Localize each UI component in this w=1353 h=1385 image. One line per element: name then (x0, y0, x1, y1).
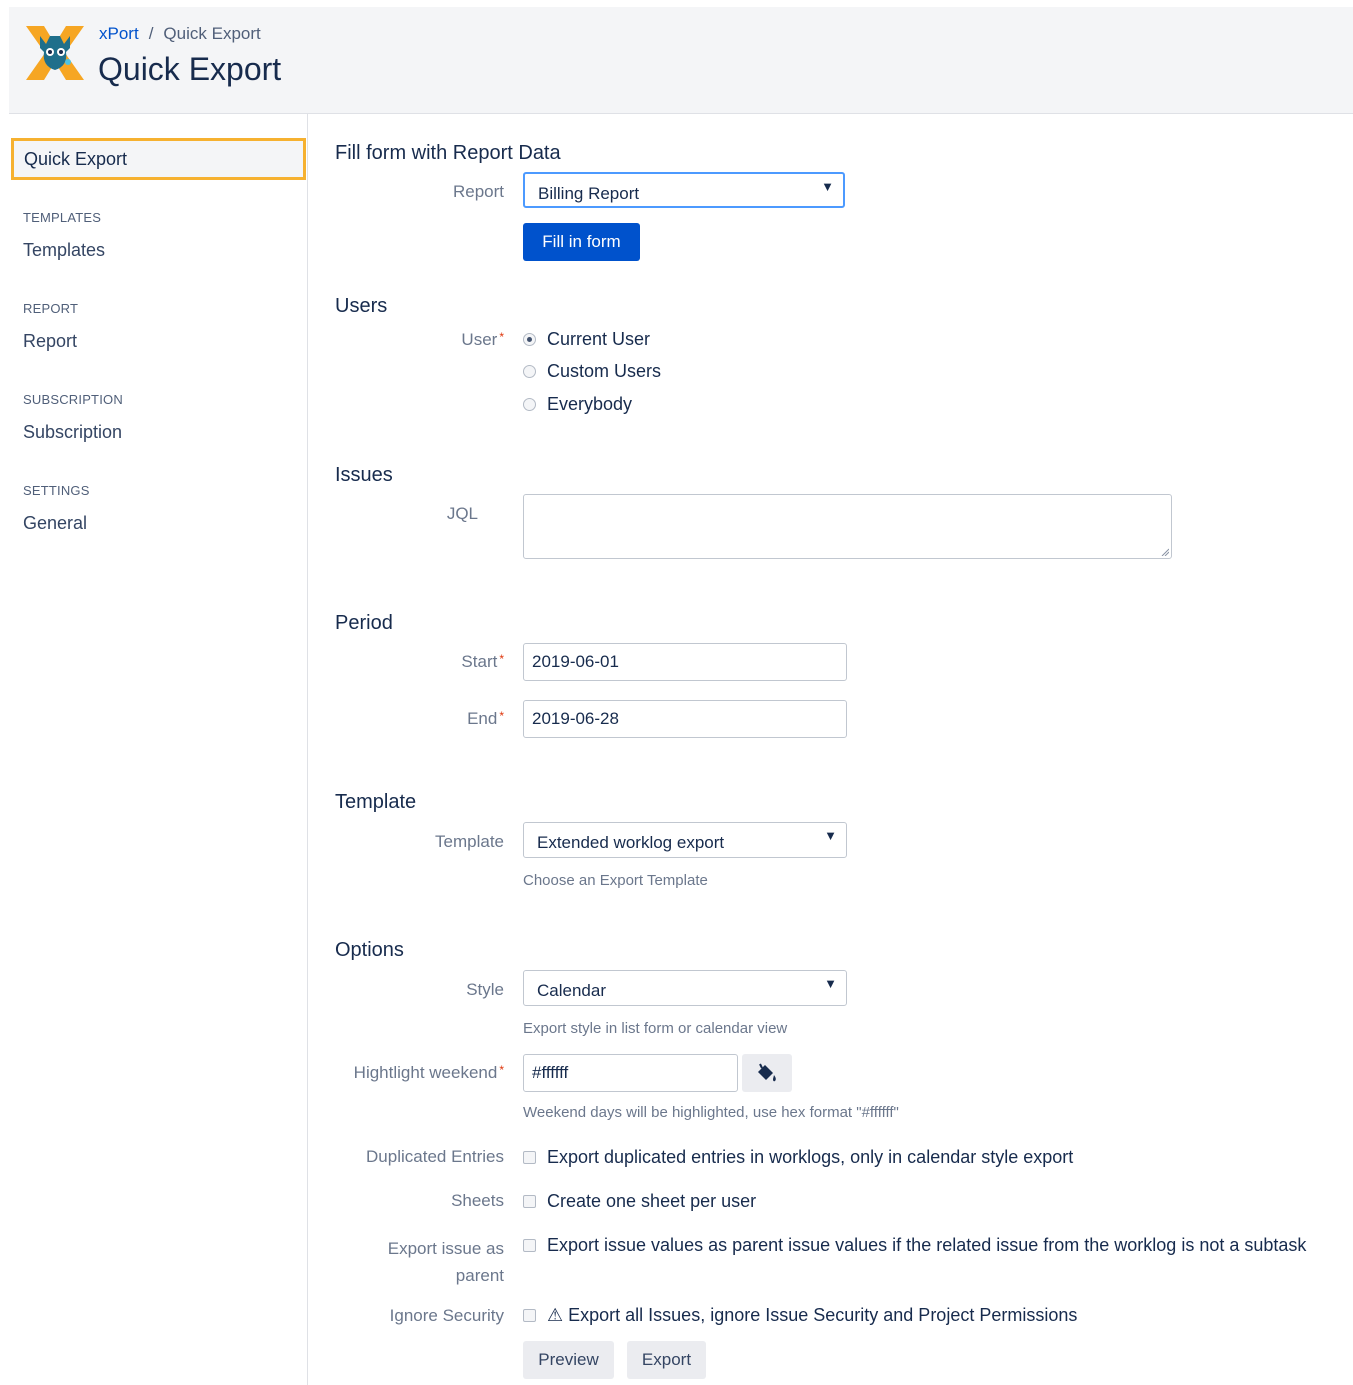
end-date-input[interactable]: 2019-06-28 (523, 700, 847, 738)
parent-text: Export issue values as parent issue valu… (547, 1235, 1307, 1255)
report-select-value: Billing Report (538, 184, 640, 203)
section-title-users: Users (335, 295, 388, 317)
report-label: Report (452, 182, 504, 201)
sidebar-item-general[interactable]: General (23, 513, 87, 534)
section-title-issues: Issues (335, 464, 393, 486)
caret-down-icon: ▼ (824, 976, 837, 991)
required-marker: * (499, 709, 504, 723)
radio-custom-users[interactable]: Custom Users (523, 361, 661, 382)
color-picker-button[interactable] (742, 1054, 792, 1092)
radio-label: Current User (547, 329, 651, 349)
jql-textarea[interactable] (523, 494, 1172, 559)
radio-current-user[interactable]: Current User (523, 329, 650, 350)
section-title-period: Period (335, 612, 393, 634)
required-marker: * (499, 652, 504, 666)
radio-label: Everybody (547, 394, 633, 414)
breadcrumb: xPort / Quick Export (99, 24, 261, 44)
template-label: Template (435, 832, 504, 851)
sidebar-heading-subscription: SUBSCRIPTION (23, 392, 123, 407)
preview-button[interactable]: Preview (523, 1341, 614, 1379)
breadcrumb-current: Quick Export (163, 24, 261, 43)
duplicated-entries-option[interactable]: Export duplicated entries in worklogs, o… (523, 1147, 1073, 1168)
parent-checkbox[interactable] (523, 1239, 536, 1252)
user-label: User * (461, 330, 504, 350)
template-help-text: Choose an Export Template (523, 872, 708, 889)
duplicated-text: Export duplicated entries in worklogs, o… (547, 1147, 1074, 1167)
xport-logo-icon (26, 26, 84, 80)
security-text: ⚠ Export all Issues, ignore Issue Securi… (547, 1305, 1078, 1325)
resize-handle-icon[interactable] (1161, 548, 1169, 556)
sidebar-item-quick-export[interactable]: Quick Export (11, 138, 306, 180)
page-header: xPort / Quick Export Quick Export (9, 7, 1353, 114)
sheets-label: Sheets (451, 1191, 504, 1210)
caret-down-icon: ▼ (821, 179, 834, 194)
weekend-color-input[interactable]: #ffffff (523, 1054, 738, 1092)
end-label-text: End (467, 709, 498, 728)
jql-label: JQL (446, 504, 478, 523)
weekend-help-text: Weekend days will be highlighted, use he… (523, 1104, 899, 1121)
style-help-text: Export style in list form or calendar vi… (523, 1020, 788, 1037)
security-label: Ignore Security (389, 1306, 504, 1325)
sheets-checkbox[interactable] (523, 1195, 536, 1208)
sidebar-item-templates[interactable]: Templates (23, 240, 105, 261)
security-checkbox[interactable] (523, 1309, 536, 1322)
export-button[interactable]: Export (627, 1341, 706, 1379)
sidebar-item-report[interactable]: Report (23, 331, 77, 352)
parent-label: Export issue as parent (388, 1235, 504, 1289)
start-label: Start * (461, 652, 504, 672)
sidebar-heading-templates: TEMPLATES (23, 210, 102, 225)
parent-label-line1: Export issue as (387, 1239, 504, 1258)
section-title-report-data: Fill form with Report Data (335, 142, 561, 164)
duplicated-checkbox[interactable] (523, 1151, 536, 1164)
breadcrumb-separator: / (148, 24, 154, 43)
radio-button-selected[interactable] (523, 333, 536, 346)
ignore-security-option[interactable]: ⚠ Export all Issues, ignore Issue Securi… (523, 1305, 1077, 1326)
sidebar-heading-report: REPORT (23, 301, 79, 316)
fill-in-form-button[interactable]: Fill in form (523, 223, 640, 261)
duplicated-label: Duplicated Entries (366, 1147, 504, 1166)
style-select-value: Calendar (537, 981, 606, 1000)
sheets-text: Create one sheet per user (547, 1191, 757, 1211)
style-label: Style (466, 980, 504, 999)
radio-everybody[interactable]: Everybody (523, 394, 632, 415)
template-select[interactable]: Extended worklog export ▼ (523, 822, 847, 858)
section-title-template: Template (335, 791, 417, 813)
sidebar: Quick Export TEMPLATES Templates REPORT … (9, 114, 308, 1385)
caret-down-icon: ▼ (824, 828, 837, 843)
section-title-options: Options (335, 939, 404, 961)
breadcrumb-app-link[interactable]: xPort (99, 24, 139, 43)
radio-button[interactable] (523, 365, 536, 378)
paint-bucket-icon (758, 1063, 776, 1082)
page-title: Quick Export (98, 51, 282, 87)
style-select[interactable]: Calendar ▼ (523, 970, 847, 1006)
report-select[interactable]: Billing Report ▼ (523, 172, 845, 208)
sidebar-item-subscription[interactable]: Subscription (23, 422, 122, 443)
template-select-value: Extended worklog export (537, 833, 725, 852)
start-label-text: Start (461, 652, 498, 671)
required-marker: * (499, 1063, 504, 1077)
radio-button[interactable] (523, 398, 536, 411)
sidebar-heading-settings: SETTINGS (23, 483, 90, 498)
start-date-input[interactable]: 2019-06-01 (523, 643, 847, 681)
radio-label: Custom Users (547, 361, 662, 381)
export-as-parent-option[interactable]: Export issue values as parent issue valu… (523, 1235, 1306, 1256)
weekend-label: Hightlight weekend * (354, 1063, 504, 1083)
end-label: End * (467, 709, 504, 729)
user-label-text: User (461, 330, 498, 349)
parent-label-line2: parent (455, 1266, 504, 1285)
sheets-option[interactable]: Create one sheet per user (523, 1191, 756, 1212)
weekend-label-text: Hightlight weekend (353, 1063, 498, 1082)
required-marker: * (499, 330, 504, 344)
